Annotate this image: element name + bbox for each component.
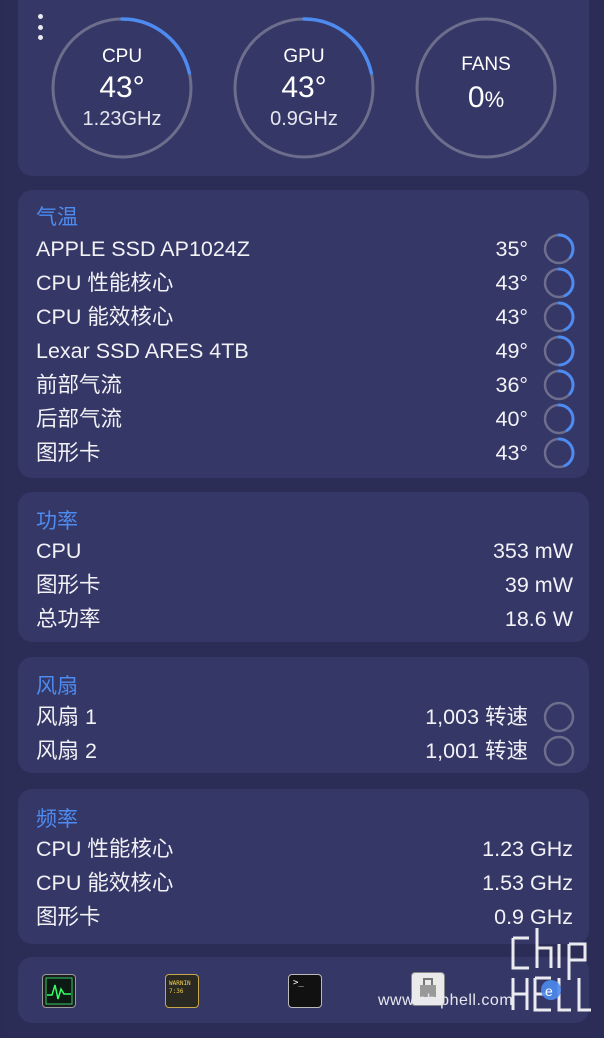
temperature-row: 图形卡 43° [36, 436, 528, 470]
fans-row-label: 风扇 2 [36, 739, 97, 763]
power-row-label: 总功率 [36, 607, 101, 631]
stats-window: CPU 43° 1.23GHz GPU 43° 0.9GHz FANS 0% 气… [2, 0, 602, 1036]
frequency-card: 频率 CPU 性能核心 1.23 GHz CPU 能效核心 1.53 GHz 图形卡 0.… [18, 789, 589, 944]
temperature-row-value: 43° [495, 305, 528, 329]
terminal-prompt: >_ [293, 978, 304, 988]
temperature-row: 前部气流 36° [36, 368, 528, 402]
fans-row-ring-icon [543, 701, 575, 733]
temperature-row-value: 49° [495, 339, 528, 363]
power-card: 功率 CPU 353 mW 图形卡 39 mW 总功率 18.6 W [18, 492, 589, 642]
activity-monitor-graph [45, 977, 73, 1005]
temperature-row-label: 后部气流 [36, 407, 123, 431]
temperature-title: 气温 [36, 206, 78, 229]
gpu-gauge-frequency: 0.9GHz [270, 108, 338, 130]
more-options-button[interactable] [36, 14, 44, 40]
frequency-row: CPU 性能核心 1.23 GHz [36, 832, 573, 866]
temperature-row-label: Lexar SSD ARES 4TB [36, 339, 249, 363]
svg-text:e: e [545, 983, 553, 999]
dot [37, 35, 43, 40]
gpu-gauge-value: 43° [281, 71, 327, 104]
power-row: CPU 353 mW [36, 534, 573, 568]
activity-monitor-icon[interactable] [42, 974, 76, 1008]
temperature-row-label: APPLE SSD AP1024Z [36, 237, 250, 261]
fans-gauge-unit: % [484, 87, 505, 112]
watermark-logo: e [511, 928, 591, 1012]
frequency-row-label: CPU 性能核心 [36, 837, 174, 861]
temperature-row: APPLE SSD AP1024Z 35° [36, 232, 528, 266]
temperature-row-label: CPU 能效核心 [36, 305, 174, 329]
power-row-label: 图形卡 [36, 573, 101, 597]
fans-row-ring-icon [543, 735, 575, 767]
power-title: 功率 [36, 510, 78, 533]
fans-title: 风扇 [36, 675, 78, 698]
dot [37, 24, 43, 30]
fans-gauge-value: 0% [412, 81, 560, 115]
fans-row: 风扇 2 1,001 转速 [36, 734, 528, 768]
watermark-text: www.chiphell.com [378, 992, 514, 1009]
gpu-gauge-label: GPU [283, 46, 325, 67]
frequency-row-label: CPU 能效核心 [36, 871, 174, 895]
temperature-row-value: 36° [495, 373, 528, 397]
console-icon[interactable]: WARNIN 7:36 [165, 974, 199, 1008]
console-icon-text: WARNIN 7:36 [169, 980, 191, 995]
power-row: 图形卡 39 mW [36, 568, 573, 602]
temperature-row-value: 40° [495, 407, 528, 431]
temperature-row: 后部气流 40° [36, 402, 528, 436]
terminal-icon[interactable]: >_ [288, 974, 322, 1008]
cpu-gauge-value: 43° [99, 71, 145, 104]
cpu-gauge[interactable]: CPU 43° 1.23GHz [48, 14, 196, 162]
frequency-row: CPU 能效核心 1.53 GHz [36, 866, 573, 900]
temperature-row: CPU 性能核心 43° [36, 266, 528, 300]
temperature-row-ring-icon [543, 233, 575, 265]
frequency-row-label: 图形卡 [36, 905, 101, 929]
temperature-row-ring-icon [543, 267, 575, 299]
power-row-value: 39 mW [504, 573, 573, 597]
cpu-gauge-label: CPU [101, 46, 143, 67]
temperature-row-label: 图形卡 [36, 441, 101, 465]
fans-gauge[interactable]: FANS 0% [412, 14, 560, 162]
frequency-row-value: 1.23 GHz [482, 837, 573, 861]
temperature-row-label: CPU 性能核心 [36, 271, 174, 295]
fans-row-value: 1,001 转速 [425, 739, 528, 763]
fans-row-value: 1,003 转速 [425, 705, 528, 729]
cpu-gauge-frequency: 1.23GHz [82, 108, 162, 130]
power-row-label: CPU [36, 539, 82, 563]
frequency-row-value: 1.53 GHz [482, 871, 573, 895]
temperature-row-label: 前部气流 [36, 373, 123, 397]
fans-card: 风扇 风扇 1 1,003 转速风扇 2 1,001 转速 [18, 657, 589, 773]
temperature-row-ring-icon [543, 335, 575, 367]
power-row-value: 353 mW [492, 539, 573, 563]
dot [37, 14, 43, 19]
temperature-row-value: 35° [495, 237, 528, 261]
fans-row-label: 风扇 1 [36, 705, 97, 729]
power-row: 总功率 18.6 W [36, 602, 573, 636]
fans-gauge-label: FANS [461, 54, 511, 75]
temperature-card: 气温 APPLE SSD AP1024Z 35° CPU 性能核心 43° CPU 能效… [18, 190, 589, 478]
temperature-row: Lexar SSD ARES 4TB 49° [36, 334, 528, 368]
frequency-row: 图形卡 0.9 GHz [36, 900, 573, 934]
temperature-row-ring-icon [543, 369, 575, 401]
temperature-row-ring-icon [543, 403, 575, 435]
temperature-row-ring-icon [543, 437, 575, 469]
fans-gauge-number: 0 [467, 81, 485, 114]
temperature-row-value: 43° [495, 441, 528, 465]
power-row-value: 18.6 W [504, 607, 573, 631]
temperature-row-value: 43° [495, 271, 528, 295]
fans-row: 风扇 1 1,003 转速 [36, 700, 528, 734]
temperature-row: CPU 能效核心 43° [36, 300, 528, 334]
temperature-row-ring-icon [543, 301, 575, 333]
gpu-gauge[interactable]: GPU 43° 0.9GHz [230, 14, 378, 162]
frequency-title: 频率 [36, 808, 78, 831]
